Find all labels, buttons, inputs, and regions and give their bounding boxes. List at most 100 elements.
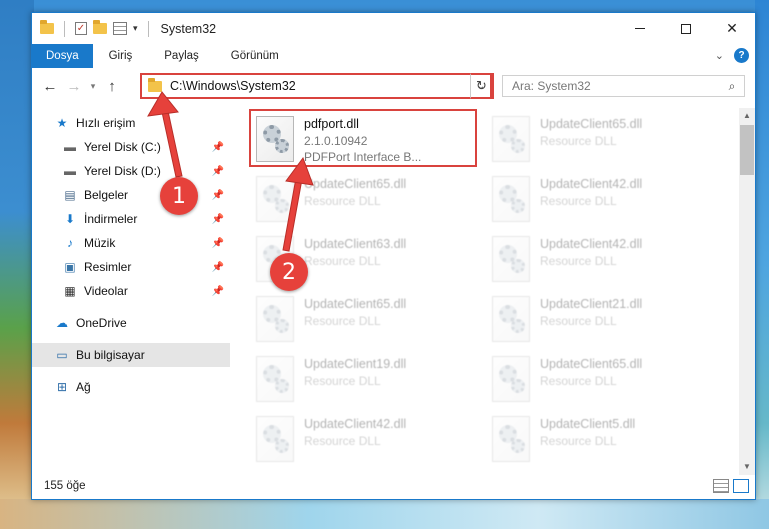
help-icon[interactable]: ? bbox=[734, 48, 749, 63]
view-options-icon[interactable] bbox=[113, 22, 127, 35]
sidebar-item-onedrive[interactable]: ☁ OneDrive bbox=[32, 311, 230, 335]
dll-file-icon bbox=[492, 356, 530, 402]
refresh-button[interactable]: ↻ bbox=[470, 73, 494, 99]
sidebar-item-network[interactable]: ⊞ Ağ bbox=[32, 375, 230, 399]
navigation-bar: ← → ▾ ↑ C:\Windows\System32 ⌄ ↻ Ara: Sys… bbox=[32, 70, 755, 102]
dll-file-icon bbox=[256, 116, 294, 162]
sidebar-item-local-disk-c[interactable]: ▬ Yerel Disk (C:) 📌 bbox=[32, 135, 230, 159]
details-view-icon[interactable] bbox=[713, 479, 729, 493]
sidebar-item-label: Yerel Disk (D:) bbox=[84, 164, 161, 178]
file-item[interactable]: UpdateClient21.dll Resource DLL bbox=[488, 294, 714, 348]
pin-icon[interactable]: 📌 bbox=[212, 142, 224, 153]
file-details: UpdateClient42.dll Resource DLL bbox=[540, 236, 642, 269]
file-details: UpdateClient21.dll Resource DLL bbox=[540, 296, 642, 329]
tab-home[interactable]: Giriş bbox=[93, 44, 149, 68]
up-button[interactable]: ↑ bbox=[100, 74, 124, 98]
file-version: 2.1.0.10942 bbox=[304, 134, 368, 148]
sidebar-item-videos[interactable]: ▦ Videolar 📌 bbox=[32, 279, 230, 303]
sidebar-item-this-pc[interactable]: ▭ Bu bilgisayar bbox=[32, 343, 230, 367]
file-item[interactable]: UpdateClient5.dll Resource DLL bbox=[488, 414, 714, 468]
sidebar-item-music[interactable]: ♪ Müzik 📌 bbox=[32, 231, 230, 255]
file-item[interactable]: UpdateClient65.dll Resource DLL bbox=[252, 174, 478, 228]
sidebar-item-label: Ağ bbox=[76, 380, 91, 394]
pin-icon[interactable]: 📌 bbox=[212, 166, 224, 177]
chevron-down-icon[interactable]: ▾ bbox=[133, 23, 138, 34]
folder-icon bbox=[148, 77, 162, 92]
file-name: UpdateClient65.dll bbox=[304, 297, 407, 311]
pin-icon[interactable]: 📌 bbox=[212, 214, 224, 225]
scrollbar-thumb[interactable] bbox=[740, 125, 754, 175]
search-box[interactable]: Ara: System32 ⌕ bbox=[502, 75, 745, 97]
sidebar-item-quick-access[interactable]: ★ Hızlı erişim bbox=[32, 111, 230, 135]
vertical-scrollbar[interactable]: ▲ ▼ bbox=[739, 108, 755, 475]
close-button[interactable]: ✕ bbox=[709, 13, 755, 44]
tab-view[interactable]: Görünüm bbox=[215, 44, 295, 68]
recent-locations-button[interactable]: ▾ bbox=[86, 81, 100, 92]
drive-icon: ▬ bbox=[64, 140, 76, 154]
minimize-icon bbox=[635, 28, 645, 29]
sidebar-item-label: Yerel Disk (C:) bbox=[84, 140, 161, 154]
file-details: UpdateClient65.dll Resource DLL bbox=[540, 116, 642, 149]
address-bar[interactable]: C:\Windows\System32 ⌄ bbox=[140, 73, 492, 99]
file-item[interactable]: UpdateClient65.dll Resource DLL bbox=[488, 354, 714, 408]
file-name: UpdateClient65.dll bbox=[540, 117, 643, 131]
file-description: Resource DLL bbox=[540, 374, 617, 388]
sidebar-item-pictures[interactable]: ▣ Resimler 📌 bbox=[32, 255, 230, 279]
file-details: UpdateClient65.dll Resource DLL bbox=[540, 356, 642, 389]
divider bbox=[64, 20, 65, 37]
file-details: pdfport.dll 2.1.0.10942 PDFPort Interfac… bbox=[304, 116, 421, 165]
sidebar-item-documents[interactable]: ▤ Belgeler 📌 bbox=[32, 183, 230, 207]
dll-file-icon bbox=[256, 416, 294, 462]
pictures-icon: ▣ bbox=[64, 260, 76, 274]
file-description: Resource DLL bbox=[540, 134, 617, 148]
scroll-up-icon[interactable]: ▲ bbox=[739, 108, 755, 124]
file-details: UpdateClient5.dll Resource DLL bbox=[540, 416, 635, 449]
file-item[interactable]: UpdateClient65.dll Resource DLL bbox=[488, 114, 714, 168]
view-switcher bbox=[713, 479, 749, 493]
item-count: 155 öğe bbox=[44, 480, 86, 492]
dll-file-icon bbox=[492, 296, 530, 342]
new-folder-icon[interactable] bbox=[93, 20, 107, 34]
tab-file[interactable]: Dosya bbox=[32, 44, 93, 68]
status-bar: 155 öğe bbox=[32, 473, 755, 499]
forward-button[interactable]: → bbox=[62, 74, 86, 98]
file-item[interactable]: UpdateClient65.dll Resource DLL bbox=[252, 294, 478, 348]
pin-icon[interactable]: 📌 bbox=[212, 238, 224, 249]
search-input[interactable]: Ara: System32 bbox=[512, 79, 720, 93]
file-name: UpdateClient42.dll bbox=[540, 177, 643, 191]
dll-file-icon bbox=[256, 296, 294, 342]
file-item[interactable]: UpdateClient42.dll Resource DLL bbox=[488, 174, 714, 228]
search-icon[interactable]: ⌕ bbox=[720, 79, 744, 94]
address-path[interactable]: C:\Windows\System32 bbox=[170, 79, 472, 93]
pin-icon[interactable]: 📌 bbox=[212, 190, 224, 201]
sidebar-item-label: Belgeler bbox=[84, 188, 129, 202]
file-item-pdfport[interactable]: pdfport.dll 2.1.0.10942 PDFPort Interfac… bbox=[252, 114, 478, 168]
file-name: UpdateClient65.dll bbox=[304, 177, 407, 191]
expand-ribbon-icon[interactable]: ⌄ bbox=[715, 49, 724, 62]
file-name: UpdateClient19.dll bbox=[304, 357, 407, 371]
file-item[interactable]: UpdateClient42.dll Resource DLL bbox=[252, 414, 478, 468]
desktop-wallpaper-left bbox=[0, 0, 34, 529]
back-button[interactable]: ← bbox=[38, 74, 62, 98]
tab-share[interactable]: Paylaş bbox=[148, 44, 215, 68]
file-name: UpdateClient63.dll bbox=[304, 237, 407, 251]
maximize-button[interactable] bbox=[663, 13, 709, 44]
file-description: Resource DLL bbox=[304, 434, 381, 448]
videos-icon: ▦ bbox=[64, 284, 76, 298]
tiles-view-icon[interactable] bbox=[733, 479, 749, 493]
file-item[interactable]: UpdateClient42.dll Resource DLL bbox=[488, 234, 714, 288]
minimize-button[interactable] bbox=[617, 13, 663, 44]
file-description: Resource DLL bbox=[304, 194, 381, 208]
file-item[interactable]: UpdateClient19.dll Resource DLL bbox=[252, 354, 478, 408]
ribbon-right-controls: ⌄ ? bbox=[715, 48, 749, 63]
computer-icon: ▭ bbox=[56, 348, 68, 362]
sidebar-item-local-disk-d[interactable]: ▬ Yerel Disk (D:) 📌 bbox=[32, 159, 230, 183]
pin-icon[interactable]: 📌 bbox=[212, 286, 224, 297]
pin-icon[interactable]: 📌 bbox=[212, 262, 224, 273]
file-details: UpdateClient65.dll Resource DLL bbox=[304, 296, 406, 329]
maximize-icon bbox=[681, 23, 691, 34]
sidebar-item-label: İndirmeler bbox=[84, 212, 138, 226]
sidebar-item-downloads[interactable]: ⬇ İndirmeler 📌 bbox=[32, 207, 230, 231]
file-name: UpdateClient5.dll bbox=[540, 417, 636, 431]
properties-check-icon[interactable]: ✓ bbox=[75, 22, 87, 35]
